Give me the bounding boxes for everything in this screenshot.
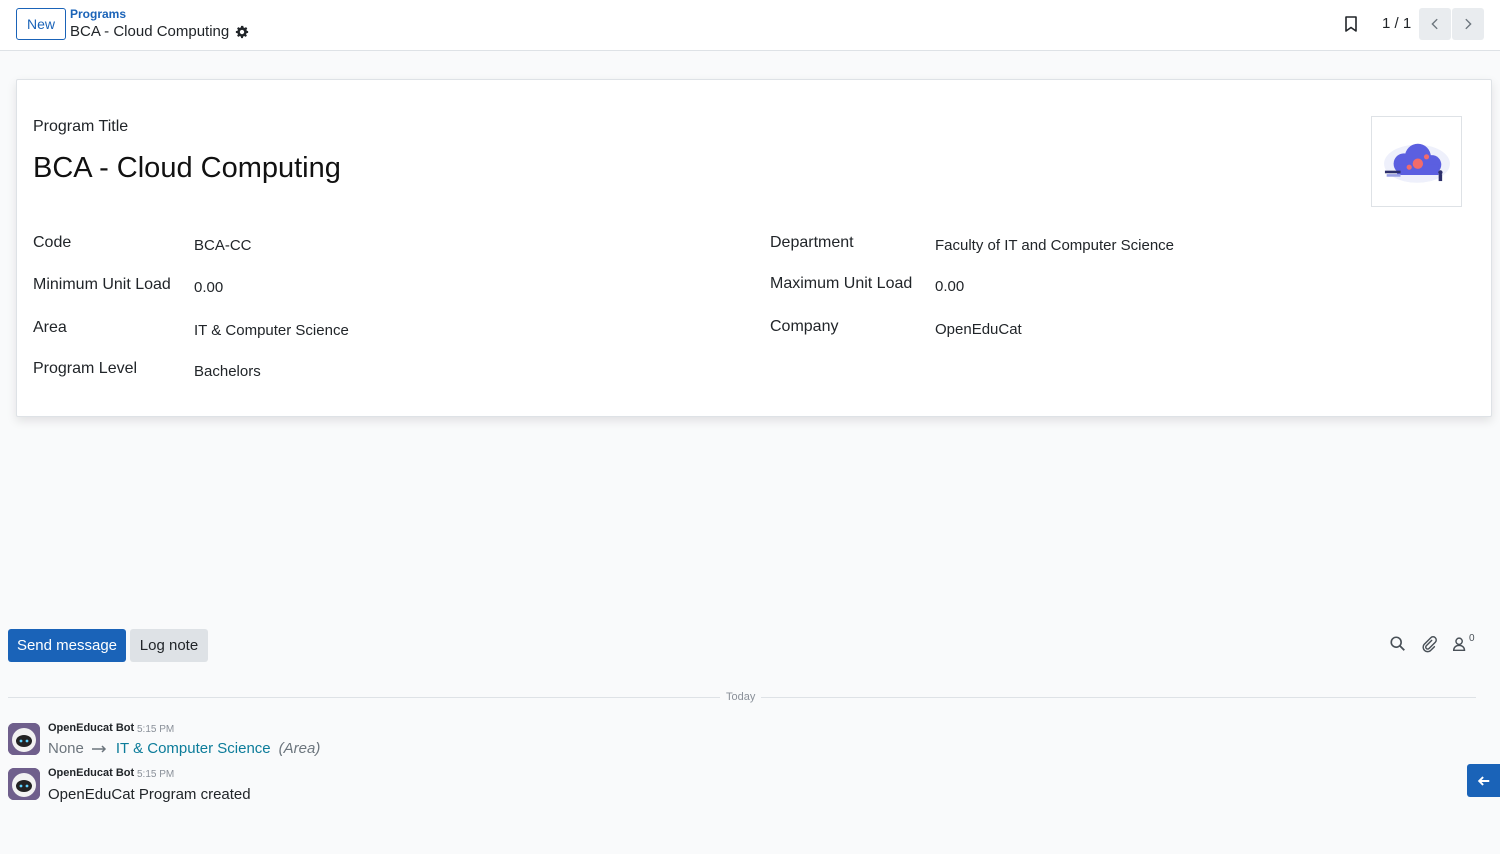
tracking-new-value: IT & Computer Science (115, 740, 271, 757)
message-time: 5:15 PM (137, 724, 175, 735)
cloud-illustration-icon (1383, 143, 1450, 183)
breadcrumb-current: BCA - Cloud Computing (70, 23, 249, 40)
program-level-value[interactable]: Bachelors (194, 363, 261, 380)
message-author[interactable]: OpenEducat Bot (48, 722, 134, 734)
bot-avatar[interactable] (8, 768, 40, 800)
user-icon[interactable] (1451, 635, 1471, 655)
area-value[interactable]: IT & Computer Science (194, 322, 349, 339)
breadcrumb-programs[interactable]: Programs (70, 7, 126, 21)
log-note-button[interactable]: Log note (130, 629, 208, 662)
program-level-label: Program Level (33, 360, 138, 377)
message-author[interactable]: OpenEducat Bot (48, 767, 134, 779)
message-body: OpenEduCat Program created (48, 786, 251, 803)
pager-value[interactable]: 1 / 1 (1382, 15, 1411, 32)
message-time: 5:15 PM (137, 769, 175, 780)
arrow-left-icon (1477, 775, 1489, 786)
code-label: Code (33, 234, 72, 251)
chevron-left-icon (1431, 18, 1438, 30)
department-label: Department (770, 234, 854, 251)
tracking-field-name: (Area) (278, 740, 321, 757)
gear-icon[interactable] (235, 25, 249, 39)
bot-avatar[interactable] (8, 723, 40, 755)
control-panel: New Programs BCA - Cloud Computing 1 / 1 (0, 0, 1500, 51)
code-value[interactable]: BCA-CC (194, 237, 252, 254)
department-value[interactable]: Faculty of IT and Computer Science (935, 237, 1174, 254)
company-value[interactable]: OpenEduCat (935, 321, 1022, 338)
maximum-unit-load-label: Maximum Unit Load (770, 275, 913, 292)
program-image[interactable] (1371, 116, 1462, 207)
program-title-label: Program Title (33, 118, 129, 135)
area-label: Area (33, 319, 67, 336)
follower-count: 0 (1469, 633, 1475, 644)
chevron-right-icon (1465, 18, 1472, 30)
paperclip-icon[interactable] (1420, 635, 1440, 655)
program-title-value[interactable]: BCA - Cloud Computing (33, 152, 341, 185)
send-message-button[interactable]: Send message (8, 629, 126, 662)
minimum-unit-load-label: Minimum Unit Load (33, 276, 171, 293)
arrow-right-icon (91, 744, 108, 754)
pager-previous-button[interactable] (1419, 8, 1451, 40)
maximum-unit-load-value[interactable]: 0.00 (935, 278, 964, 295)
pager-next-button[interactable] (1452, 8, 1484, 40)
chatter-toggle-button[interactable] (1467, 764, 1500, 797)
form-sheet: Program Title BCA - Cloud Computing Code… (16, 79, 1492, 417)
date-separator-label: Today (720, 691, 762, 703)
message-body: None IT & Computer Science (Area) (48, 740, 320, 757)
breadcrumb-current-label: BCA - Cloud Computing (70, 23, 230, 40)
new-button[interactable]: New (16, 8, 66, 40)
company-label: Company (770, 318, 839, 335)
tracking-old-value: None (48, 740, 84, 757)
search-icon[interactable] (1389, 635, 1409, 655)
minimum-unit-load-value[interactable]: 0.00 (194, 279, 223, 296)
bookmark-icon[interactable] (1343, 15, 1359, 33)
